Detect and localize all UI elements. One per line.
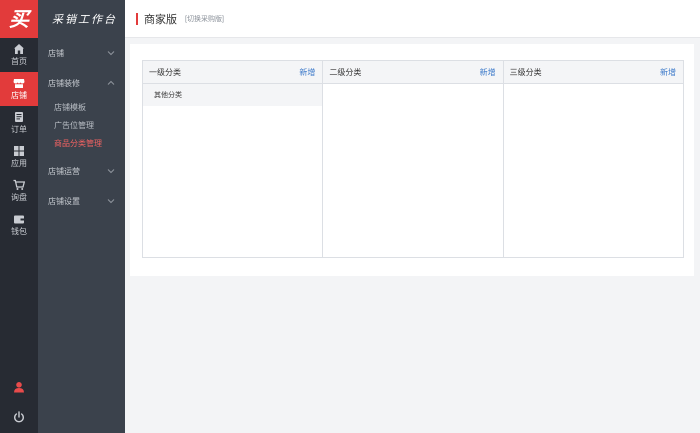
panel-header: 三级分类 新增 xyxy=(503,61,683,84)
rail-item-label: 应用 xyxy=(11,159,27,168)
rail-item-label: 订单 xyxy=(11,125,27,134)
panel-title: 三级分类 xyxy=(509,67,542,77)
category-panels: 一级分类 新增 其他分类 二级分类 新增 三级分类 新增 xyxy=(142,60,684,258)
power-button[interactable] xyxy=(0,411,38,423)
rail-item-apps[interactable]: 应用 xyxy=(0,140,38,174)
chevron-down-icon xyxy=(107,199,115,204)
power-icon xyxy=(14,411,24,423)
rail-item-label: 首页 xyxy=(11,57,27,66)
panel-level-2: 二级分类 新增 xyxy=(323,61,504,257)
store-icon xyxy=(13,79,25,88)
apps-icon xyxy=(14,146,24,156)
add-level-3-button[interactable]: 新增 xyxy=(660,67,676,78)
panel-level-3: 三级分类 新增 xyxy=(503,61,683,257)
switch-to-buyer-link[interactable]: [切换采购版] xyxy=(185,14,224,24)
page-title: 商家版 xyxy=(144,13,177,26)
menu-group-settings[interactable]: 店铺设置 xyxy=(38,186,125,216)
panel-title: 一级分类 xyxy=(149,67,181,77)
rail-item-store[interactable]: 店铺 xyxy=(0,72,38,106)
menu-group-operations[interactable]: 店铺运营 xyxy=(38,156,125,186)
cart-icon xyxy=(13,179,25,190)
panel-title: 二级分类 xyxy=(329,67,362,77)
menu-group-decoration[interactable]: 店铺装修 xyxy=(38,68,125,98)
add-level-1-button[interactable]: 新增 xyxy=(299,67,315,78)
rail-item-label: 钱包 xyxy=(11,227,27,236)
content-card: 一级分类 新增 其他分类 二级分类 新增 三级分类 新增 xyxy=(130,44,694,276)
menu-group-label: 店铺 xyxy=(48,48,64,58)
list-item[interactable]: 其他分类 xyxy=(143,84,323,106)
title-accent-bar xyxy=(136,12,138,25)
panel-header: 二级分类 新增 xyxy=(323,61,503,84)
rail-item-orders[interactable]: 订单 xyxy=(0,106,38,140)
menu-sub-category-management[interactable]: 商品分类管理 xyxy=(38,134,125,152)
icon-rail: 买 首页 店铺 订单 应用 询盘 钱包 xyxy=(0,0,38,433)
wallet-icon xyxy=(14,215,24,224)
menu-group-label: 店铺设置 xyxy=(48,196,80,206)
chevron-down-icon xyxy=(107,51,115,56)
panel-level-1: 一级分类 新增 其他分类 xyxy=(143,61,324,257)
menu-sub-label: 广告位管理 xyxy=(54,120,94,130)
workbench-title: 采销工作台 xyxy=(52,13,117,26)
menu-group-label: 店铺装修 xyxy=(48,78,80,88)
brand-logo[interactable]: 买 xyxy=(0,0,38,38)
rail-item-wallet[interactable]: 钱包 xyxy=(0,208,38,242)
side-menu: 采销工作台 店铺 店铺装修 店铺模板 广告位管理 商品分类管理 店铺运营 店铺设… xyxy=(38,0,125,433)
logo-glyph: 买 xyxy=(9,7,29,31)
menu-sub-ad-slots[interactable]: 广告位管理 xyxy=(38,116,125,134)
home-icon xyxy=(14,44,24,54)
rail-item-inquiry[interactable]: 询盘 xyxy=(0,174,38,208)
menu-group-store[interactable]: 店铺 xyxy=(38,38,125,68)
menu-sub-label: 商品分类管理 xyxy=(54,138,102,148)
user-icon xyxy=(14,382,24,393)
top-bar: 商家版 [切换采购版] xyxy=(125,0,700,38)
rail-item-home[interactable]: 首页 xyxy=(0,38,38,72)
panel-header: 一级分类 新增 xyxy=(143,61,323,84)
add-level-2-button[interactable]: 新增 xyxy=(480,67,496,78)
chevron-down-icon xyxy=(107,169,115,174)
menu-group-label: 店铺运营 xyxy=(48,166,80,176)
chevron-up-icon xyxy=(107,80,115,85)
user-button[interactable] xyxy=(0,381,38,393)
menu-sub-template[interactable]: 店铺模板 xyxy=(38,98,125,116)
rail-item-label: 询盘 xyxy=(11,193,27,202)
menu-sub-label: 店铺模板 xyxy=(54,102,86,112)
order-icon xyxy=(15,112,23,122)
rail-item-label: 店铺 xyxy=(11,91,27,100)
